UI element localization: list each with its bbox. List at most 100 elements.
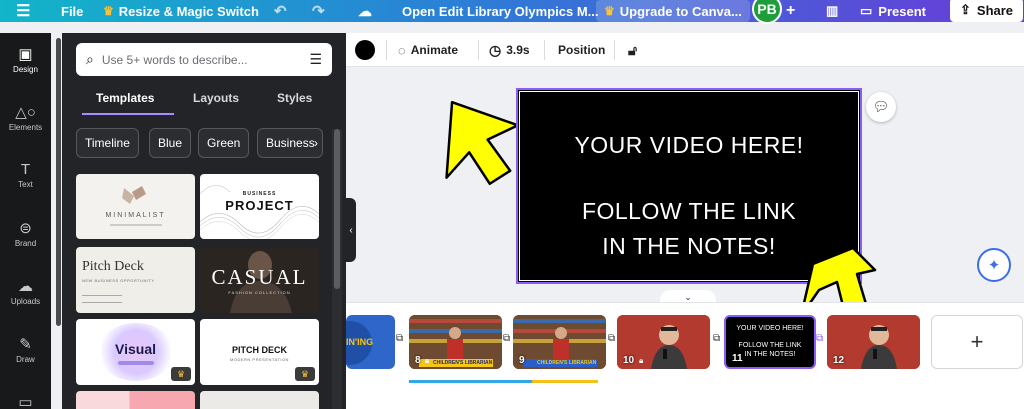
- file-menu[interactable]: File: [61, 0, 83, 22]
- premium-crown-icon: ♛: [295, 367, 315, 381]
- toolbar-divider: [478, 40, 479, 60]
- transition-icon[interactable]: ⧉: [713, 333, 720, 344]
- add-comment-button[interactable]: 💬︎: [866, 92, 896, 122]
- lock-icon: 🔒︎: [425, 356, 430, 365]
- template-pink[interactable]: [76, 391, 195, 409]
- banner-text: CHILDREN'S LIBRARIAN: [433, 360, 493, 366]
- share-button[interactable]: ⇪ Share: [950, 0, 1024, 22]
- document-title[interactable]: Open Edit Library Olympics M...: [402, 0, 599, 22]
- audio-track-yellow[interactable]: [532, 380, 598, 383]
- lock-icon[interactable]: 🔓︎: [628, 33, 637, 67]
- template-subtitle: MODERN PRESENTATION: [230, 357, 289, 362]
- tab-layouts[interactable]: Layouts: [193, 91, 239, 105]
- color-picker-button[interactable]: [355, 40, 375, 60]
- template-title: PROJECT: [225, 198, 294, 213]
- upgrade-button[interactable]: ♛ Upgrade to Canva...: [596, 0, 750, 22]
- rail-label-design: Design: [13, 65, 38, 74]
- page-number: 10: [623, 355, 635, 366]
- templates-panel: ⌕ Use 5+ words to describe... ☰ Template…: [62, 33, 346, 409]
- page-thumbnail[interactable]: 9 CHILDREN'S LIBRARIAN: [513, 315, 606, 369]
- scrollbar-thumb[interactable]: [334, 129, 340, 289]
- rail-item-draw[interactable]: ✎ Draw: [0, 335, 51, 364]
- page-thumbnail[interactable]: 10 🔒︎: [617, 315, 710, 369]
- cloud-saved-icon[interactable]: ☁: [358, 0, 372, 22]
- top-bar: ☰ File ♛ Resize & Magic Switch ↶ ↷ ☁ Ope…: [0, 0, 1024, 24]
- resize-button[interactable]: ♛ Resize & Magic Switch: [103, 0, 259, 22]
- present-button[interactable]: ▭ Present: [860, 0, 926, 22]
- template-subtitle: NEW BUSINESS OPPORTUNITY: [82, 278, 155, 283]
- folder-icon: ▭: [18, 394, 33, 409]
- chevron-right-icon[interactable]: ›: [314, 136, 318, 150]
- elements-icon: △○: [15, 104, 36, 121]
- rail-item-brand[interactable]: ⊜ Brand: [0, 219, 51, 248]
- draw-icon: ✎: [19, 336, 32, 353]
- add-collaborator-icon[interactable]: +: [786, 0, 795, 22]
- search-input[interactable]: ⌕ Use 5+ words to describe... ☰: [76, 43, 332, 76]
- rail-item-text[interactable]: T Text: [0, 161, 51, 189]
- redo-icon[interactable]: ↷: [312, 0, 325, 22]
- magic-search-icon: ⌕: [86, 51, 94, 67]
- page-thumbnail[interactable]: 8 🔒︎ CHILDREN'S LIBRARIAN: [409, 315, 502, 369]
- crown-icon: ♛: [103, 4, 114, 18]
- avatar[interactable]: PB: [752, 0, 782, 24]
- undo-icon[interactable]: ↶: [274, 0, 287, 22]
- toolbar-divider: [614, 40, 615, 60]
- filter-chip-business[interactable]: Business ›: [257, 128, 323, 158]
- template-pitch-deck[interactable]: Pitch Deck NEW BUSINESS OPPORTUNITY: [76, 247, 195, 313]
- page-number: 9: [519, 355, 525, 366]
- template-title: MINIMALIST: [105, 212, 166, 219]
- transition-icon[interactable]: ⧉: [396, 333, 403, 344]
- toolbar-divider: [544, 40, 545, 60]
- sparkle-icon: ✦: [987, 257, 1001, 274]
- collapse-panel-button[interactable]: ‹: [346, 198, 356, 262]
- transition-icon[interactable]: ⧉: [816, 333, 823, 344]
- page-filmstrip: IN'ING ⧉ 8 🔒︎ CHILDREN'S LIBRARIAN ⧉ 9 C…: [346, 302, 1024, 409]
- page-thumbnail[interactable]: 12: [827, 315, 920, 369]
- page-thumbnail[interactable]: IN'ING: [346, 315, 395, 369]
- tab-styles[interactable]: Styles: [277, 91, 312, 105]
- template-pitch-deck-modern[interactable]: PITCH DECK MODERN PRESENTATION ♛: [200, 319, 319, 385]
- template-minimalist[interactable]: MINIMALIST: [76, 174, 195, 239]
- toolbar-divider: [386, 40, 387, 60]
- audio-track-blue[interactable]: [409, 380, 532, 383]
- rail-item-uploads[interactable]: ☁ Uploads: [0, 277, 51, 306]
- transition-icon[interactable]: ⧉: [503, 333, 510, 344]
- transition-icon[interactable]: ⧉: [608, 333, 615, 344]
- template-detail-lines: [82, 295, 122, 303]
- filter-chip-green[interactable]: Green: [198, 128, 250, 158]
- insights-icon[interactable]: ▥: [826, 0, 838, 22]
- animate-icon: ◌: [398, 42, 406, 58]
- template-title: Pitch Deck: [82, 259, 144, 274]
- rail-item-elements[interactable]: △○ Elements: [0, 103, 51, 132]
- position-button[interactable]: Position: [558, 33, 605, 67]
- template-gray[interactable]: [200, 391, 319, 409]
- hamburger-icon[interactable]: ☰: [16, 0, 30, 22]
- thumb-line-2: FOLLOW THE LINK: [738, 342, 802, 349]
- animate-button[interactable]: ◌ Animate: [398, 33, 458, 67]
- animate-label: Animate: [410, 43, 459, 57]
- add-page-button[interactable]: +: [931, 315, 1023, 369]
- rail-item-projects[interactable]: ▭: [0, 393, 51, 409]
- template-business-project[interactable]: BUSINESS PROJECT: [200, 174, 319, 239]
- slide-line-1[interactable]: YOUR VIDEO HERE!: [518, 132, 860, 159]
- rail-item-design[interactable]: ▣ Design: [0, 45, 51, 74]
- template-casual[interactable]: CASUAL FASHION COLLECTION: [200, 247, 319, 313]
- filter-chip-timeline[interactable]: Timeline: [76, 128, 139, 158]
- clock-icon: ◷: [489, 41, 502, 58]
- duration-label: 3.9s: [506, 43, 530, 57]
- comment-plus-icon: 💬︎: [872, 99, 890, 114]
- share-label: Share: [976, 2, 1014, 18]
- filter-icon[interactable]: ☰: [309, 51, 322, 68]
- rail-scrollbar[interactable]: [56, 38, 61, 326]
- uploads-icon: ☁: [18, 278, 33, 295]
- template-title: Visual: [115, 341, 156, 357]
- thumb-line-1: YOUR VIDEO HERE!: [736, 325, 804, 332]
- magic-assistant-button[interactable]: ✦: [977, 248, 1011, 282]
- duration-button[interactable]: ◷ 3.9s: [489, 33, 530, 67]
- panel-scrollbar[interactable]: [332, 129, 342, 409]
- page-thumbnail-selected[interactable]: YOUR VIDEO HERE! FOLLOW THE LINK IN THE …: [724, 315, 816, 369]
- tab-templates[interactable]: Templates: [96, 91, 154, 105]
- filter-chip-blue[interactable]: Blue: [149, 128, 192, 158]
- template-visual[interactable]: Visual ♛: [76, 319, 195, 385]
- slide-line-2[interactable]: FOLLOW THE LINK: [518, 198, 860, 225]
